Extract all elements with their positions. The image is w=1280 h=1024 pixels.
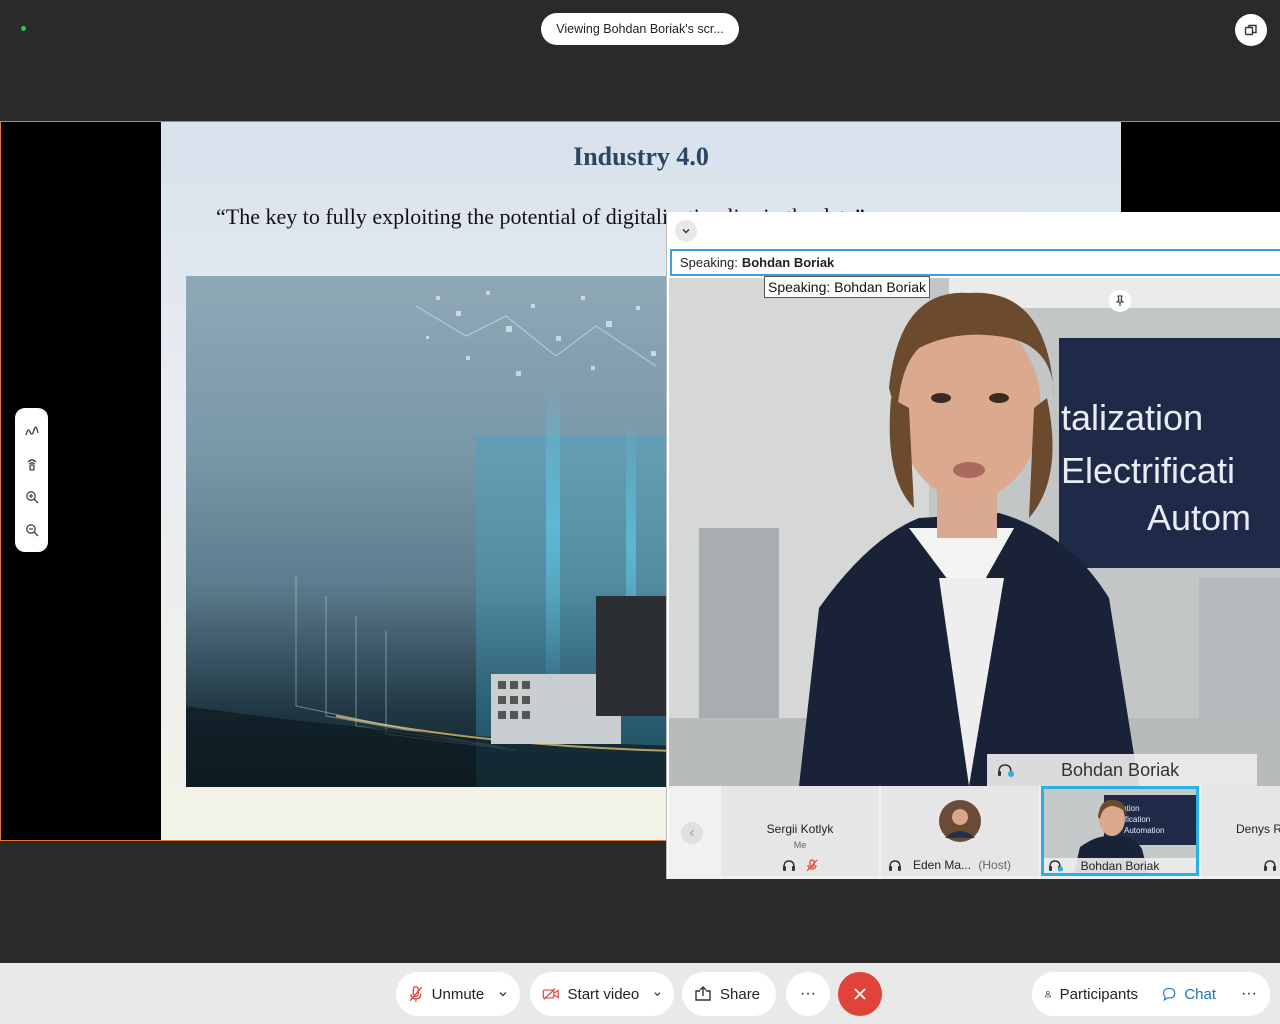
zoom-out-icon [25,523,38,536]
annotate-pen-icon [24,425,39,435]
headset-icon [1264,860,1276,871]
viewing-screen-pill[interactable]: Viewing Bohdan Boriak's scr... [541,13,739,45]
chat-label: Chat [1184,985,1216,1003]
chevron-down-icon[interactable] [498,989,508,999]
thumbnail-sergii[interactable]: Sergii Kotlyk Me [721,786,879,876]
share-label: Share [720,985,761,1003]
strip-previous-button[interactable] [681,822,703,844]
eden-avatar [939,800,981,842]
spotlight-button[interactable] [21,453,43,475]
thumbnail-name: Bohdan Boriak [1080,859,1160,873]
thumbnail-name: Eden Ma... [913,858,972,872]
backdrop-line-2: Electrificati [1061,450,1235,491]
zoom-in-button[interactable] [21,486,43,508]
video-panel: Speaking: Bohdan Boriak Speaking: Bohdan… [666,212,1280,879]
right-toolbar-group: Participants Chat ··· [1032,972,1270,1016]
audio-connected-icon [998,764,1014,777]
thumbnail-strip: Sergii Kotlyk Me Eden Ma... (Host) lectr… [669,786,1280,879]
participants-icon [1044,990,1051,998]
spotlight-icon [27,458,36,471]
start-video-button[interactable]: Start video [530,972,674,1016]
annotation-toolbar [15,408,48,552]
annotate-button[interactable] [21,420,43,442]
share-button[interactable]: Share [682,972,776,1016]
unmute-button[interactable]: Unmute [396,972,520,1016]
pin-video-button[interactable] [1109,290,1131,312]
mic-muted-icon [806,859,818,872]
chevron-down-icon[interactable] [653,989,662,999]
popout-button[interactable] [1235,14,1267,46]
slide-title: Industry 4.0 [573,142,709,171]
main-video-name: Bohdan Boriak [1061,759,1180,780]
more-options-label: ··· [800,985,816,1002]
speaking-indicator: Speaking: Bohdan Boriak [670,249,1280,276]
speaking-tooltip: Speaking: Bohdan Boriak [764,276,930,298]
thumbnail-name: Denys R [1236,822,1280,836]
backdrop-line-3: Autom [1147,497,1251,538]
unmute-label: Unmute [431,985,485,1003]
main-video-tile[interactable]: talization Electrificati Autom Bohdan Bo… [669,278,1280,786]
overflow-label: ··· [1241,985,1257,1002]
collapse-button[interactable] [675,220,697,242]
end-meeting-button[interactable] [838,972,882,1016]
video-off-icon [542,988,559,1000]
status-dot [21,26,26,31]
thumbnail-eden[interactable]: Eden Ma... (Host) [881,786,1039,876]
thumbnail-name: Sergii Kotlyk [766,822,834,836]
factory-illustration [186,291,676,787]
thumbnail-role: (Host) [978,858,1012,872]
start-video-label: Start video [567,985,640,1003]
meeting-toolbar: Unmute Start video Share ··· Participant… [0,963,1280,1024]
thumbnail-denys[interactable]: Denys R [1201,786,1280,876]
speaker-video: talization Electrificati Autom [669,278,1280,786]
chevron-down-icon [682,229,690,234]
thumbnail-role: Me [793,840,807,850]
slide-image [186,276,676,787]
mini-backdrop-line-3: Automation [1124,826,1164,835]
pin-icon [1115,295,1125,306]
chat-button[interactable]: Chat [1150,972,1228,1016]
backdrop-line-1: talization [1061,397,1203,438]
close-icon [854,988,866,1000]
chat-icon [1163,987,1176,1002]
headset-icon [889,860,901,871]
thumbnail-bohdan[interactable]: talization lectrification Automation Boh… [1041,786,1199,876]
speaking-name: Bohdan Boriak [741,255,835,270]
main-video-name-tag: Bohdan Boriak [987,754,1257,786]
headset-icon [783,860,795,871]
window-restore-icon [1244,24,1257,36]
participants-label: Participants [1059,985,1138,1003]
speaking-prefix: Speaking: [680,255,738,270]
chevron-left-icon [689,829,694,837]
more-options-button[interactable]: ··· [786,972,830,1016]
participants-button[interactable]: Participants [1032,972,1150,1016]
overflow-menu-button[interactable]: ··· [1228,972,1270,1016]
viewing-label: Viewing Bohdan Boriak's scr... [556,22,724,36]
share-icon [695,986,711,1001]
zoom-in-icon [25,490,38,503]
mic-muted-icon [409,985,423,1002]
zoom-out-button[interactable] [21,519,43,541]
